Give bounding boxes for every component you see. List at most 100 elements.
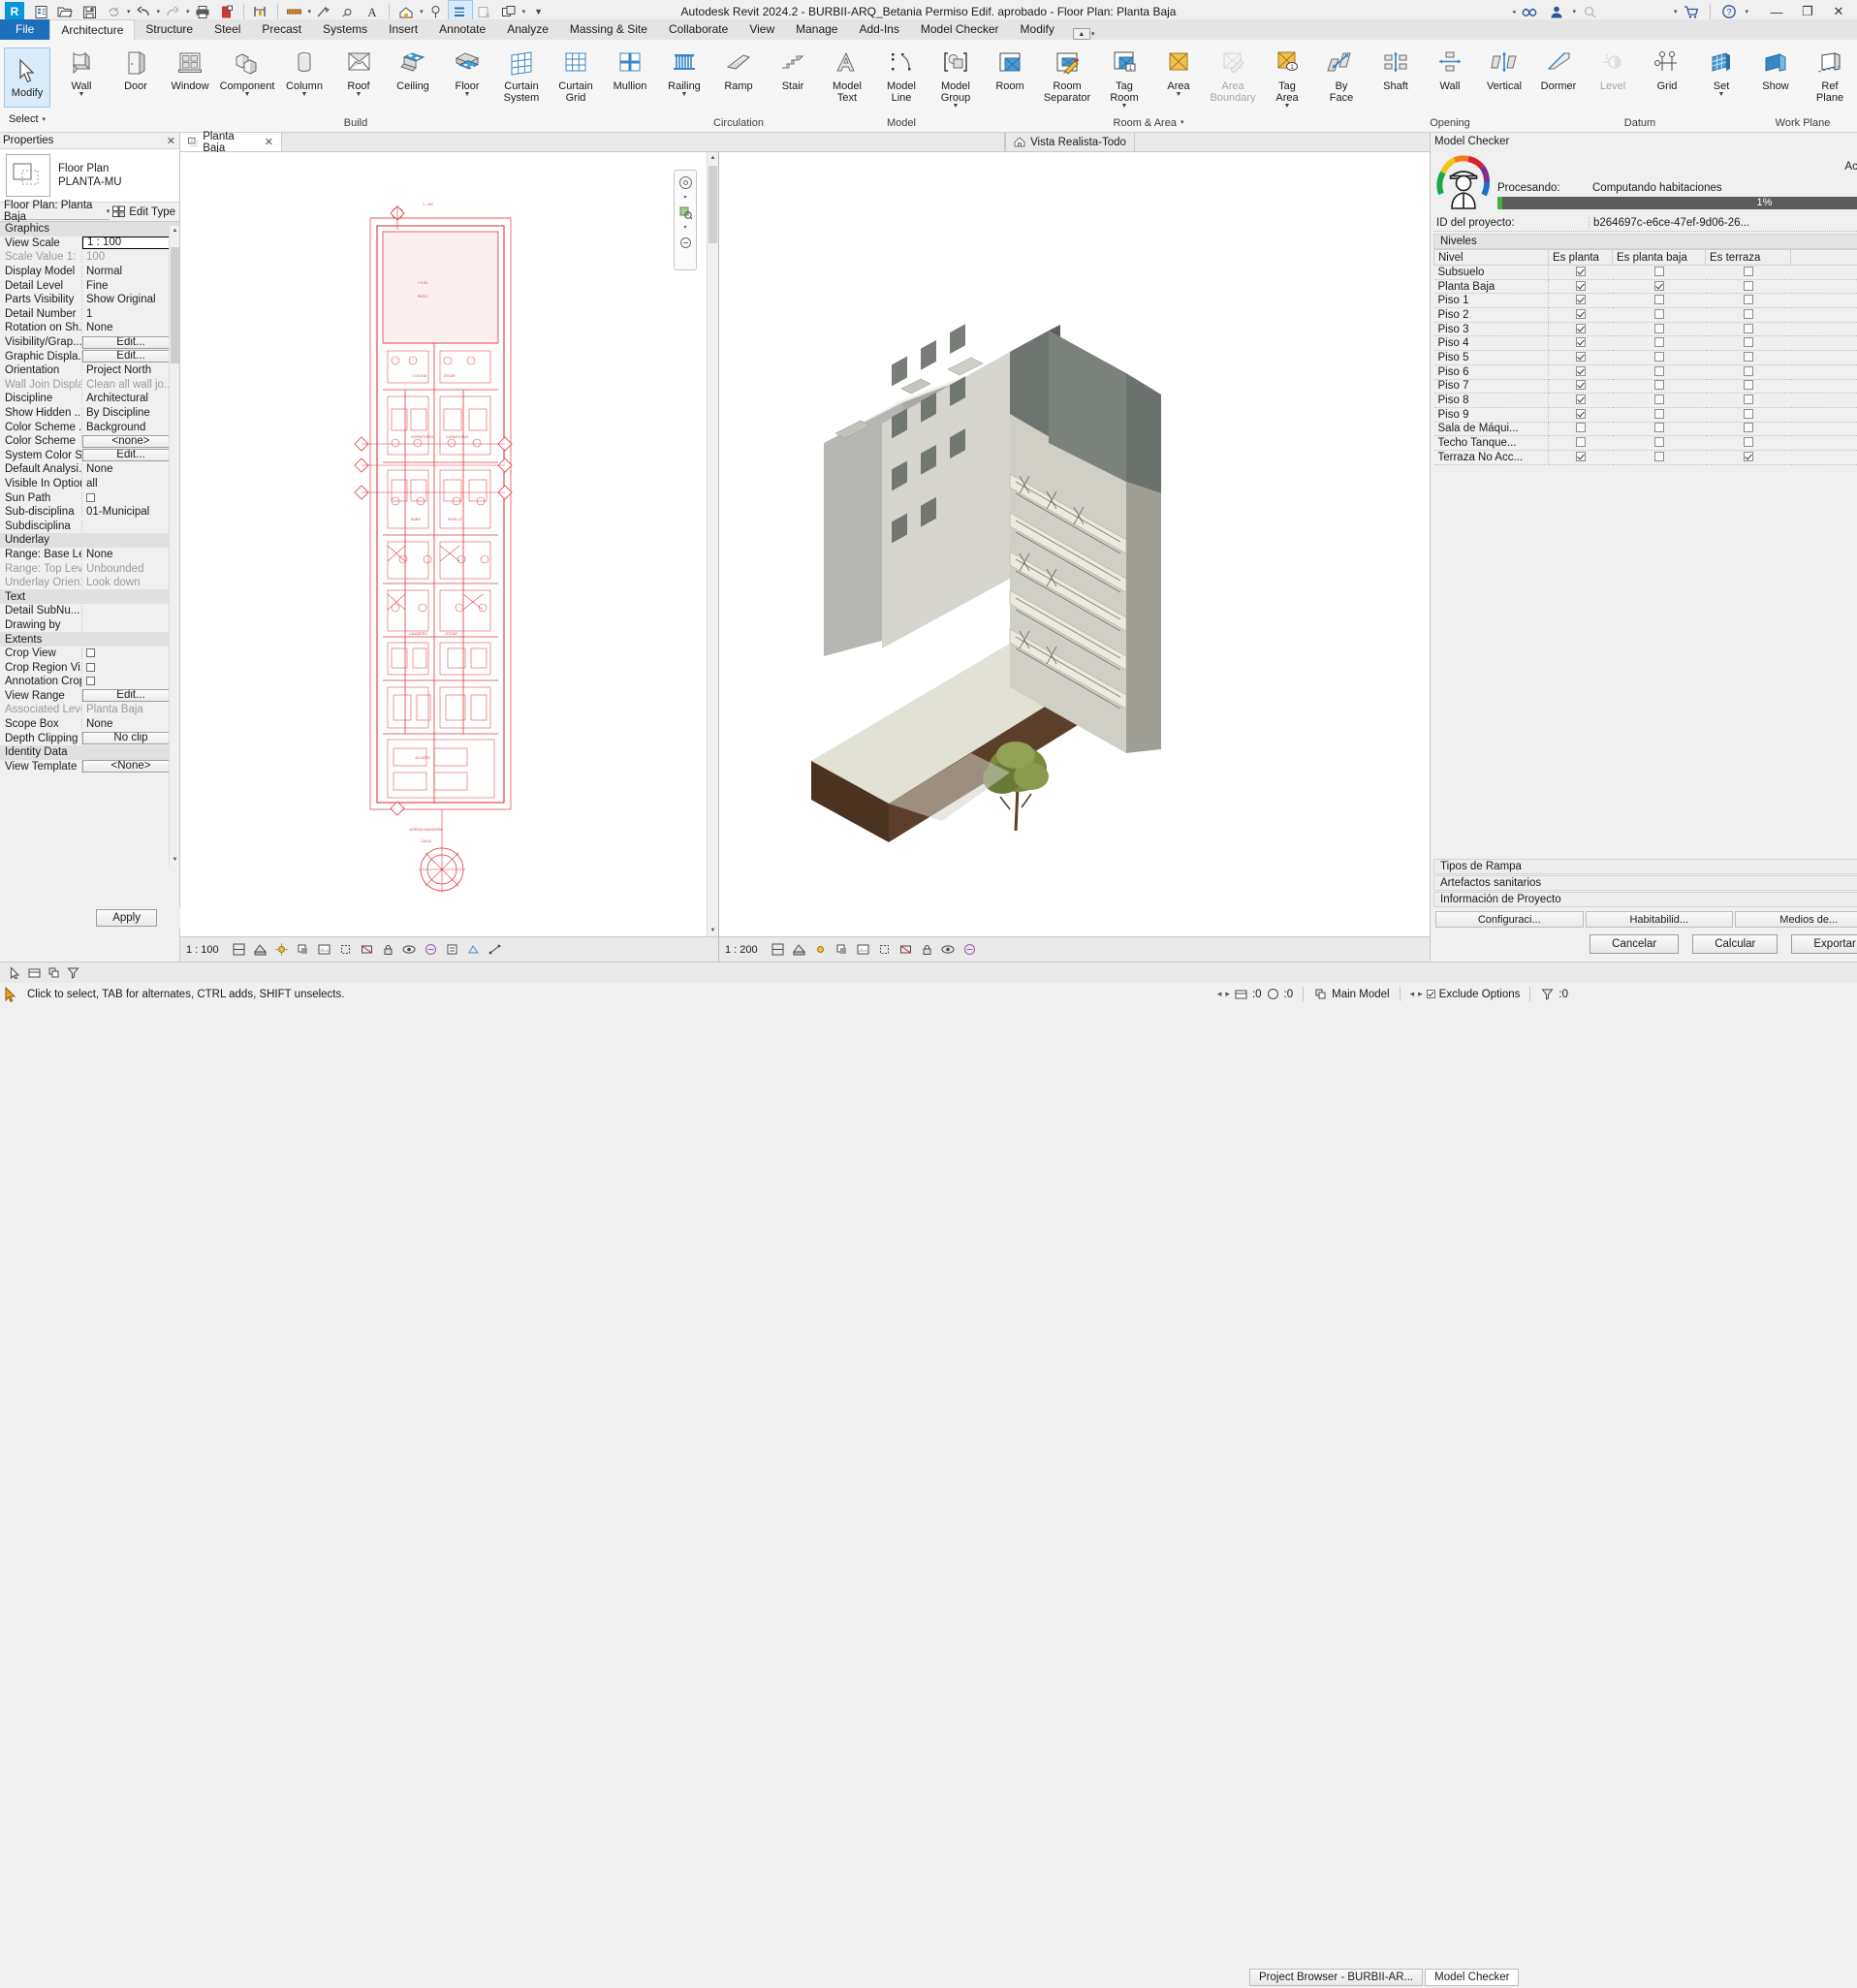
wall-chevron-down-icon[interactable]: ▼ bbox=[79, 92, 85, 99]
show-crop-region-icon[interactable] bbox=[360, 942, 374, 957]
properties-scrollbar[interactable]: ▲ ▼ bbox=[169, 226, 179, 866]
tab-modify[interactable]: Modify bbox=[1010, 19, 1065, 40]
es-terraza-cell[interactable] bbox=[1706, 394, 1791, 408]
reveal-hidden-elements-icon-3d[interactable] bbox=[962, 942, 977, 957]
es-planta-baja-cell[interactable] bbox=[1613, 422, 1706, 436]
design-option-group[interactable]: Main Model bbox=[1313, 987, 1389, 1001]
es-terraza-cell[interactable] bbox=[1706, 364, 1791, 379]
property-row-crop-view[interactable]: Crop View bbox=[0, 647, 179, 661]
sun-path-icon-3d[interactable] bbox=[813, 942, 828, 957]
view-template-button[interactable]: <None> bbox=[82, 760, 175, 773]
property-row-detail-level[interactable]: Detail LevelFine bbox=[0, 278, 179, 293]
mullion-button[interactable]: Mullion bbox=[603, 44, 657, 92]
property-row-crop-region-visible[interactable]: Crop Region Vi... bbox=[0, 660, 179, 675]
view-tab-vista-realista[interactable]: Vista Realista-Todo bbox=[1005, 133, 1135, 151]
tab-systems[interactable]: Systems bbox=[312, 19, 378, 40]
property-group-extents[interactable]: Extents⌃ bbox=[0, 632, 179, 647]
property-row-drawing-by[interactable]: Drawing by bbox=[0, 618, 179, 633]
tab-configuracion[interactable]: Configuraci... bbox=[1435, 911, 1584, 928]
es-planta-cell[interactable] bbox=[1549, 336, 1613, 351]
es-planta-cell[interactable] bbox=[1549, 436, 1613, 451]
table-row[interactable]: Piso 4 bbox=[1434, 336, 1857, 351]
property-value[interactable]: None bbox=[82, 718, 179, 730]
depth-clipping-button[interactable]: No clip bbox=[82, 732, 175, 744]
property-value[interactable]: Project North bbox=[82, 364, 179, 376]
model-text-button[interactable]: Model Text bbox=[820, 44, 874, 104]
wall-opening-button[interactable]: Wall bbox=[1423, 44, 1477, 92]
room-area-chevron-down-icon[interactable]: ▾ bbox=[1180, 116, 1184, 130]
system-color-scheme-edit-button[interactable]: Edit... bbox=[82, 449, 175, 461]
property-value[interactable]: None bbox=[82, 463, 179, 475]
ceiling-button[interactable]: Ceiling bbox=[386, 44, 440, 92]
default-3d-dropdown-icon[interactable]: ▾ bbox=[420, 8, 424, 16]
es-terraza-cell[interactable] bbox=[1706, 294, 1791, 308]
tag-room-button[interactable]: 1 Tag Room ▼ bbox=[1097, 44, 1151, 110]
table-row[interactable]: Techo Tanque... bbox=[1434, 436, 1857, 451]
grid-button[interactable]: Grid bbox=[1640, 44, 1694, 92]
threed-scale-label[interactable]: 1 : 200 bbox=[725, 944, 764, 956]
property-value[interactable]: 1 bbox=[82, 308, 179, 320]
curtain-grid-button[interactable]: Curtain Grid bbox=[549, 44, 603, 104]
detail-level-icon-3d[interactable] bbox=[771, 942, 785, 957]
tag-area-chevron-down-icon[interactable]: ▼ bbox=[1284, 104, 1291, 110]
worksets-status-icon[interactable] bbox=[1234, 987, 1248, 1001]
es-planta-cell[interactable] bbox=[1549, 294, 1613, 308]
es-planta-cell[interactable] bbox=[1549, 308, 1613, 323]
tab-add-ins[interactable]: Add-Ins bbox=[848, 19, 909, 40]
property-row-view-template[interactable]: View Template<None> bbox=[0, 760, 179, 774]
property-group-underlay[interactable]: Underlay⌃ bbox=[0, 533, 179, 548]
property-row-orientation[interactable]: OrientationProject North bbox=[0, 363, 179, 378]
calculate-button[interactable]: Calcular bbox=[1692, 934, 1778, 954]
exclude-chevron-right-icon[interactable]: ▸ bbox=[1418, 989, 1423, 999]
area-chevron-down-icon[interactable]: ▼ bbox=[1176, 92, 1182, 99]
design-options-icon[interactable] bbox=[47, 965, 61, 980]
show-crop-region-icon-3d[interactable] bbox=[898, 942, 913, 957]
es-planta-cell[interactable] bbox=[1549, 394, 1613, 408]
visual-style-icon-3d[interactable] bbox=[792, 942, 806, 957]
filter-group[interactable]: :0 bbox=[1540, 987, 1568, 1001]
stair-button[interactable]: Stair bbox=[766, 44, 820, 92]
temporary-view-properties-icon[interactable] bbox=[445, 942, 459, 957]
crop-region-visible-checkbox[interactable] bbox=[82, 662, 179, 674]
niveles-section-header[interactable]: Niveles ⌃ bbox=[1433, 234, 1857, 249]
property-row-annotation-crop[interactable]: Annotation Crop bbox=[0, 675, 179, 689]
crop-view-checkbox[interactable] bbox=[82, 647, 179, 659]
tab-manage[interactable]: Manage bbox=[785, 19, 848, 40]
artefactos-sanitarios-section[interactable]: Artefactos sanitarios ⌄ bbox=[1433, 875, 1857, 891]
property-value[interactable]: Show Original bbox=[82, 294, 179, 305]
room-button[interactable]: Room bbox=[983, 44, 1037, 92]
type-selector-dropdown[interactable]: Floor Plan: Planta Baja ▾ bbox=[2, 204, 110, 220]
view-scale-input[interactable]: 1 : 100 bbox=[82, 237, 175, 249]
es-planta-cell[interactable] bbox=[1549, 422, 1613, 436]
es-terraza-cell[interactable] bbox=[1706, 450, 1791, 464]
window-button[interactable]: Window bbox=[163, 44, 217, 92]
properties-type-preview[interactable]: Floor Plan PLANTA-MU bbox=[0, 148, 179, 203]
set-workplane-chevron-down-icon[interactable]: ▼ bbox=[1718, 92, 1725, 99]
es-planta-cell[interactable] bbox=[1549, 351, 1613, 365]
modify-icon[interactable] bbox=[8, 965, 22, 980]
infocenter-expand-icon[interactable]: ◂ bbox=[1512, 8, 1516, 16]
es-terraza-cell[interactable] bbox=[1706, 436, 1791, 451]
es-terraza-cell[interactable] bbox=[1706, 322, 1791, 336]
es-planta-cell[interactable] bbox=[1549, 279, 1613, 294]
es-planta-baja-cell[interactable] bbox=[1613, 407, 1706, 422]
room-separator-button[interactable]: Room Separator bbox=[1037, 44, 1097, 104]
tab-massing-site[interactable]: Massing & Site bbox=[559, 19, 658, 40]
es-terraza-cell[interactable] bbox=[1706, 379, 1791, 394]
property-row-default-analysis[interactable]: Default Analysi...None bbox=[0, 462, 179, 477]
property-row-system-color-scheme[interactable]: System Color S...Edit... bbox=[0, 449, 179, 463]
revit-logo-icon[interactable]: R bbox=[5, 2, 24, 21]
vertical-opening-button[interactable]: Vertical bbox=[1477, 44, 1531, 92]
exclude-options-checkbox[interactable] bbox=[1427, 990, 1435, 998]
steering-wheel-chevron-down-icon[interactable]: ▾ bbox=[683, 194, 686, 201]
lock-3d-view-icon[interactable] bbox=[381, 942, 395, 957]
property-value[interactable]: Architectural bbox=[82, 393, 179, 404]
col-es-terraza[interactable]: Es terraza bbox=[1706, 250, 1791, 266]
es-planta-cell[interactable] bbox=[1549, 322, 1613, 336]
table-row[interactable]: Piso 2 bbox=[1434, 308, 1857, 323]
es-planta-cell[interactable] bbox=[1549, 364, 1613, 379]
crop-view-icon[interactable] bbox=[338, 942, 353, 957]
property-value[interactable]: all bbox=[82, 478, 179, 489]
tab-analyze[interactable]: Analyze bbox=[496, 19, 559, 40]
plan-scroll-thumb[interactable] bbox=[708, 166, 717, 243]
